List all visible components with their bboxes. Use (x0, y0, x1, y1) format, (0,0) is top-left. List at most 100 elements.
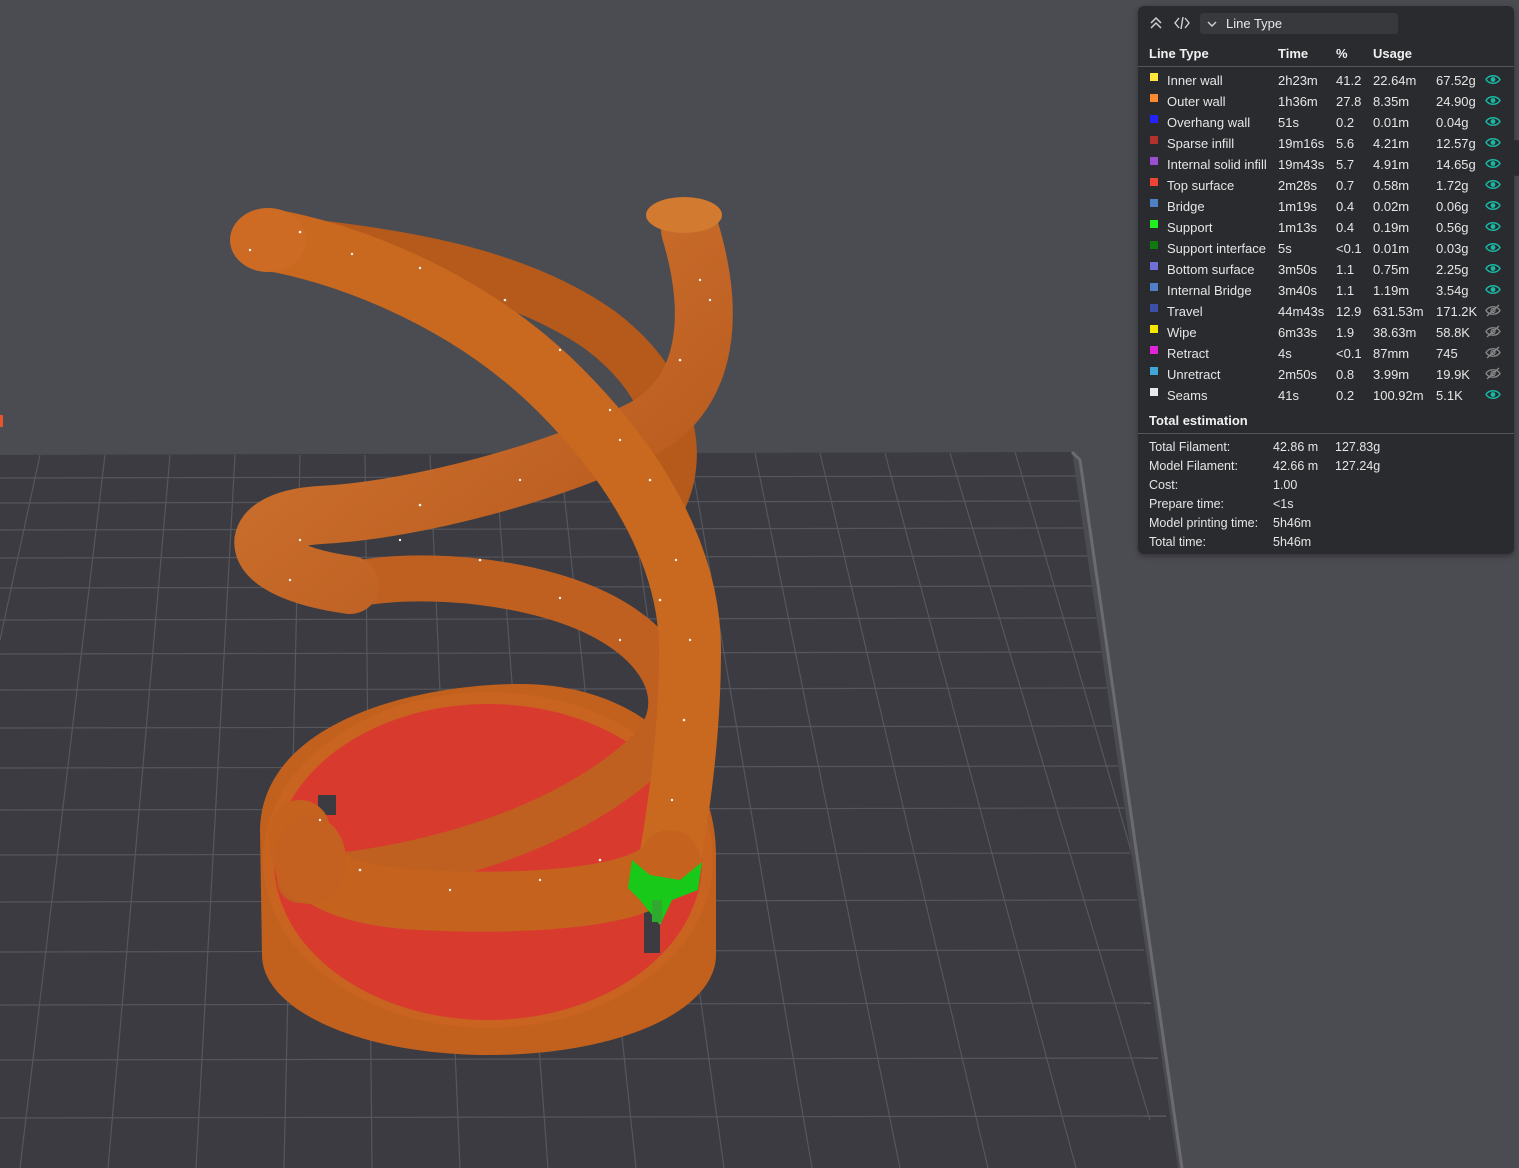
total-value: 42.66 m (1273, 459, 1319, 473)
legend-row[interactable]: Inner wall 2h23m 41.2 22.64m 67.52g (1138, 70, 1514, 91)
legend-row[interactable]: Internal solid infill 19m43s 5.7 4.91m 14.65… (1138, 154, 1514, 175)
eye-icon[interactable] (1485, 388, 1501, 401)
legend-row[interactable]: Wipe 6m33s 1.9 38.63m 58.8K (1138, 322, 1514, 343)
line-type-percent: 5.6 (1336, 136, 1355, 151)
legend-row[interactable]: Overhang wall 51s 0.2 0.01m 0.04g (1138, 112, 1514, 133)
header-percent: % (1336, 46, 1348, 61)
eye-icon[interactable] (1485, 220, 1501, 233)
line-type-name: Top surface (1167, 178, 1235, 193)
legend-row[interactable]: Support 1m13s 0.4 0.19m 0.56g (1138, 217, 1514, 238)
line-type-name: Inner wall (1167, 73, 1223, 88)
color-swatch (1150, 220, 1158, 228)
legend-row[interactable]: Outer wall 1h36m 27.8 8.35m 24.90g (1138, 91, 1514, 112)
color-swatch (1150, 262, 1158, 270)
eye-icon[interactable] (1485, 199, 1501, 212)
line-type-time: 41s (1278, 388, 1299, 403)
legend-row[interactable]: Retract 4s <0.1 87mm 745 (1138, 343, 1514, 364)
header-usage: Usage (1373, 46, 1413, 61)
legend-row[interactable]: Top surface 2m28s 0.7 0.58m 1.72g (1138, 175, 1514, 196)
line-type-name: Support (1167, 220, 1213, 235)
line-type-percent: 5.7 (1336, 157, 1355, 172)
line-type-percent: 0.8 (1336, 367, 1355, 382)
eye-icon[interactable] (1485, 157, 1501, 170)
legend-row[interactable]: Bottom surface 3m50s 1.1 0.75m 2.25g (1138, 259, 1514, 280)
total-row: Total Filament: 42.86 m 127.83g (1138, 438, 1514, 457)
eye-icon[interactable] (1485, 136, 1501, 149)
line-type-length: 38.63m (1373, 325, 1417, 340)
scrollbar[interactable] (1514, 140, 1519, 176)
eye-off-icon[interactable] (1485, 346, 1501, 359)
eye-off-icon[interactable] (1485, 367, 1501, 380)
line-type-weight: 24.90g (1436, 94, 1476, 109)
line-type-weight: 14.65g (1436, 157, 1476, 172)
view-type-dropdown[interactable]: Line Type (1200, 13, 1398, 34)
line-type-name: Travel (1167, 304, 1203, 319)
color-swatch (1150, 178, 1158, 186)
line-type-name: Sparse infill (1167, 136, 1235, 151)
color-swatch (1150, 304, 1158, 312)
line-type-weight: 58.8K (1436, 325, 1470, 340)
line-type-percent: 41.2 (1336, 73, 1362, 88)
line-type-percent: 1.1 (1336, 262, 1355, 277)
line-type-length: 0.58m (1373, 178, 1410, 193)
eye-icon[interactable] (1485, 283, 1501, 296)
line-type-weight: 2.25g (1436, 262, 1469, 277)
line-type-percent: <0.1 (1336, 346, 1362, 361)
line-type-length: 0.01m (1373, 115, 1410, 130)
legend-row[interactable]: Travel 44m43s 12.9 631.53m 171.2K (1138, 301, 1514, 322)
line-type-length: 22.64m (1373, 73, 1417, 88)
eye-icon[interactable] (1485, 178, 1501, 191)
eye-icon[interactable] (1485, 115, 1501, 128)
line-type-time: 6m33s (1278, 325, 1318, 340)
eye-icon[interactable] (1485, 262, 1501, 275)
chevron-down-icon (1206, 18, 1218, 30)
line-type-name: Overhang wall (1167, 115, 1251, 130)
line-type-name: Wipe (1167, 325, 1197, 340)
eye-icon[interactable] (1485, 73, 1501, 86)
total-label: Cost: (1149, 478, 1179, 492)
line-type-weight: 12.57g (1436, 136, 1476, 151)
legend-row[interactable]: Support interface 5s <0.1 0.01m 0.03g (1138, 238, 1514, 259)
color-swatch (1150, 283, 1158, 291)
line-type-length: 3.99m (1373, 367, 1410, 382)
line-type-percent: 12.9 (1336, 304, 1362, 319)
line-type-weight: 67.52g (1436, 73, 1476, 88)
legend-row[interactable]: Sparse infill 19m16s 5.6 4.21m 12.57g (1138, 133, 1514, 154)
line-type-time: 5s (1278, 241, 1292, 256)
line-type-name: Bridge (1167, 199, 1205, 214)
line-type-time: 1m13s (1278, 220, 1318, 235)
eye-icon[interactable] (1485, 241, 1501, 254)
line-type-percent: 27.8 (1336, 94, 1362, 109)
total-label: Total time: (1149, 535, 1206, 549)
eye-off-icon[interactable] (1485, 304, 1501, 317)
line-type-length: 631.53m (1373, 304, 1424, 319)
legend-row[interactable]: Unretract 2m50s 0.8 3.99m 19.9K (1138, 364, 1514, 385)
line-type-length: 0.02m (1373, 199, 1410, 214)
color-swatch (1150, 73, 1158, 81)
line-type-length: 1.19m (1373, 283, 1410, 298)
axis-marker (0, 415, 3, 427)
line-type-time: 2m50s (1278, 367, 1318, 382)
line-type-length: 0.01m (1373, 241, 1410, 256)
line-type-name: Unretract (1167, 367, 1221, 382)
code-brackets-icon[interactable] (1173, 14, 1191, 32)
line-type-percent: 1.9 (1336, 325, 1355, 340)
legend-row[interactable]: Seams 41s 0.2 100.92m 5.1K (1138, 385, 1514, 406)
total-label: Total Filament: (1149, 440, 1231, 454)
line-type-legend-panel: Line Type Line Type Time % Usage Inner w… (1138, 6, 1514, 554)
line-type-weight: 0.04g (1436, 115, 1469, 130)
total-label: Model printing time: (1149, 516, 1259, 530)
line-type-weight: 3.54g (1436, 283, 1469, 298)
total-value-secondary: 127.83g (1335, 440, 1381, 454)
line-type-name: Support interface (1167, 241, 1267, 256)
legend-row[interactable]: Bridge 1m19s 0.4 0.02m 0.06g (1138, 196, 1514, 217)
line-type-name: Retract (1167, 346, 1209, 361)
line-type-weight: 0.03g (1436, 241, 1469, 256)
eye-off-icon[interactable] (1485, 325, 1501, 338)
line-type-name: Outer wall (1167, 94, 1226, 109)
line-type-name: Seams (1167, 388, 1208, 403)
line-type-percent: 0.4 (1336, 199, 1355, 214)
eye-icon[interactable] (1485, 94, 1501, 107)
legend-row[interactable]: Internal Bridge 3m40s 1.1 1.19m 3.54g (1138, 280, 1514, 301)
chevrons-up-icon[interactable] (1147, 14, 1165, 32)
